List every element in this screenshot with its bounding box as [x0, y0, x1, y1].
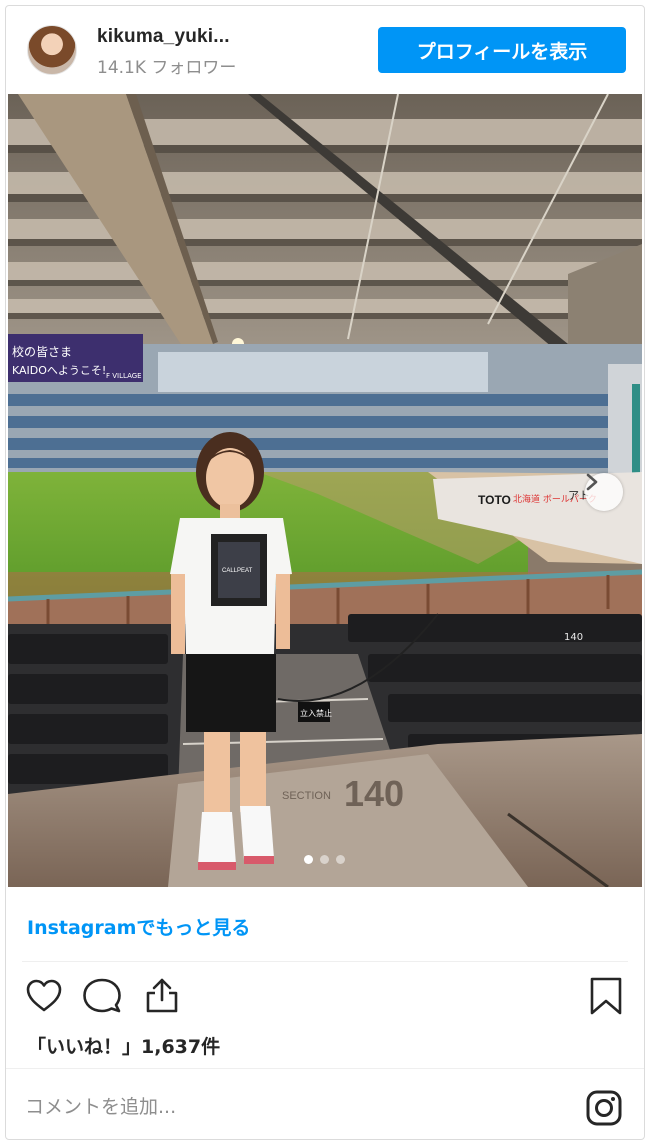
chevron-right-icon: [586, 473, 598, 491]
comment-icon[interactable]: [80, 974, 124, 1018]
carousel-indicator: [304, 855, 352, 865]
banner-text: 校の皆さま: [12, 344, 72, 359]
seat-number: 140: [564, 632, 583, 643]
bookmark-icon[interactable]: [584, 974, 628, 1018]
heart-icon[interactable]: [22, 974, 66, 1018]
carousel-dot-active: [304, 855, 313, 864]
post-photo[interactable]: 校の皆さま KAIDOへようこそ! F VILLAGE TOTO 北海道 ボール…: [8, 94, 642, 887]
shirt-text: CALLPEAT: [222, 568, 253, 574]
instagram-embed-card: kikuma_yuki... 14.1K フォロワー プロフィールを表示 校の皆…: [5, 5, 645, 1140]
username[interactable]: kikuma_yuki...: [97, 26, 230, 48]
divider: [22, 961, 628, 962]
no-entry-sign: 立入禁止: [300, 708, 332, 718]
follower-count: 14.1K フォロワー: [97, 58, 237, 78]
comment-input[interactable]: [25, 1091, 525, 1123]
instagram-logo-icon[interactable]: [584, 1088, 624, 1128]
avatar[interactable]: [27, 25, 77, 75]
post-actions: [6, 964, 644, 1024]
view-more-on-instagram-link[interactable]: Instagramでもっと見る: [27, 913, 250, 940]
stadium-photo: 校の皆さま KAIDOへようこそ! F VILLAGE TOTO 北海道 ボール…: [8, 94, 642, 887]
next-photo-button[interactable]: [585, 473, 623, 511]
comment-bar: [6, 1068, 644, 1140]
banner-brand: F VILLAGE: [106, 372, 142, 380]
banner-text-2: KAIDOへようこそ!: [12, 364, 106, 377]
carousel-dot: [320, 855, 329, 864]
share-icon[interactable]: [140, 974, 184, 1018]
post-header: kikuma_yuki... 14.1K フォロワー プロフィールを表示: [6, 6, 644, 94]
carousel-dot: [336, 855, 345, 864]
like-count: 「いいね！」1,637件: [27, 1036, 221, 1058]
section-label: SECTION: [282, 790, 331, 802]
section-number: 140: [344, 773, 404, 814]
wall-sponsor-1: TOTO: [478, 493, 511, 507]
view-profile-button[interactable]: プロフィールを表示: [378, 27, 626, 73]
